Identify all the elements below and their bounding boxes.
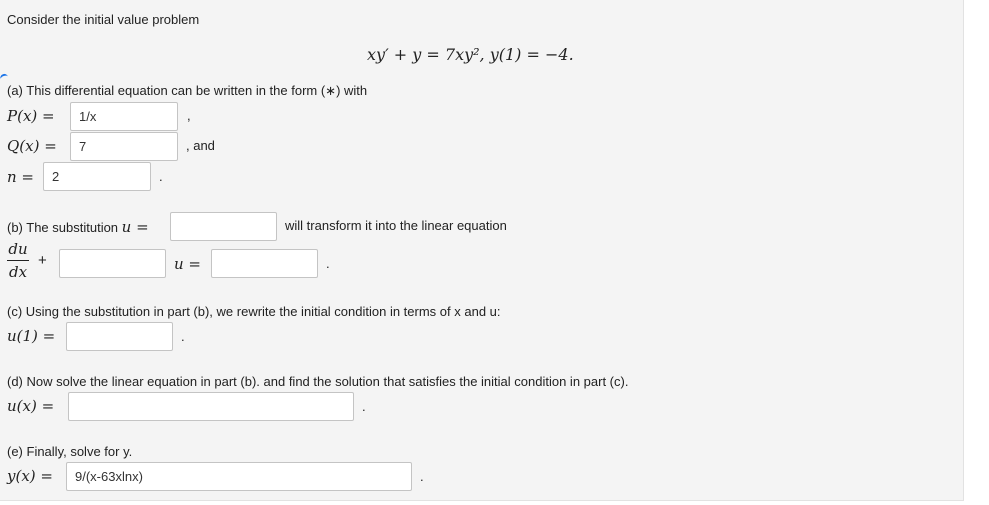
linear-rhs-input[interactable] <box>211 249 318 278</box>
part-b-text: (b) The substitution u = <box>7 218 149 236</box>
u-eq2-label: u = <box>174 255 201 273</box>
p-label: P(x) = <box>7 107 55 125</box>
q-input[interactable] <box>70 132 178 161</box>
d-period: . <box>362 399 366 414</box>
part-c-text: (c) Using the substitution in part (b), … <box>7 304 501 319</box>
du-dx-fraction: du dx <box>7 240 29 281</box>
du-numerator: du <box>8 240 28 258</box>
yx-label: y(x) = <box>7 467 53 485</box>
u1-label: u(1) = <box>7 327 56 345</box>
part-a-text: (a) This differential equation can be wr… <box>7 83 368 98</box>
c-period: . <box>181 329 185 344</box>
e-period: . <box>420 469 424 484</box>
dx-denominator: dx <box>8 263 28 281</box>
part-b-lead: (b) The substitution <box>7 220 122 235</box>
fraction-bar <box>7 260 29 261</box>
equation: xy′ + y = 7xy², y(1) = −4. <box>367 45 574 64</box>
p-comma: , <box>187 108 191 123</box>
q-and: , and <box>186 138 215 153</box>
n-label: n = <box>7 168 34 186</box>
part-b-tail: will transform it into the linear equati… <box>285 218 507 233</box>
part-d-text: (d) Now solve the linear equation in par… <box>7 374 629 389</box>
plus-sign: + <box>38 252 47 269</box>
n-input[interactable] <box>43 162 151 191</box>
intro-text: Consider the initial value problem <box>7 12 200 27</box>
yx-input[interactable] <box>66 462 412 491</box>
q-label: Q(x) = <box>7 137 57 155</box>
substitution-input[interactable] <box>170 212 277 241</box>
problem-panel: Consider the initial value problem xy′ +… <box>0 0 964 501</box>
u1-input[interactable] <box>66 322 173 351</box>
part-e-text: (e) Finally, solve for y. <box>7 444 133 459</box>
ux-label: u(x) = <box>7 397 55 415</box>
p-input[interactable] <box>70 102 178 131</box>
check-mark-icon <box>0 72 9 82</box>
ux-input[interactable] <box>68 392 354 421</box>
u-eq-label: u = <box>121 218 149 236</box>
b-period: . <box>326 256 330 271</box>
n-period: . <box>159 169 163 184</box>
linear-coef-input[interactable] <box>59 249 166 278</box>
